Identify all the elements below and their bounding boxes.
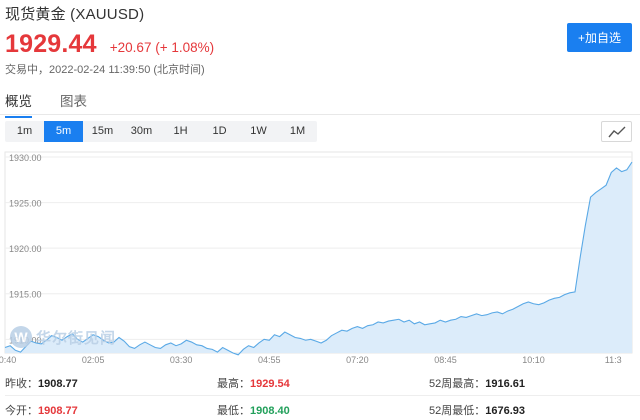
stat-value: 1908.77 (38, 405, 78, 417)
x-tick-label: 04:55 (258, 355, 281, 365)
y-tick-label: 1920.00 (9, 244, 42, 254)
stat-value: 1676.93 (485, 405, 526, 417)
y-tick-label: 1915.00 (9, 290, 42, 300)
chart-type-toggle[interactable] (601, 121, 632, 142)
period-15m[interactable]: 15m (83, 121, 122, 142)
y-tick-label: 1925.00 (9, 199, 42, 209)
period-1d[interactable]: 1D (200, 121, 239, 142)
stat-open: 今开：1908.77 (5, 402, 78, 418)
period-1h[interactable]: 1H (161, 121, 200, 142)
x-tick-label: 10:10 (522, 355, 545, 365)
stat-value: 1908.77 (38, 378, 78, 390)
stat-label: 今开： (5, 405, 38, 417)
x-tick-label: 08:45 (434, 355, 457, 365)
price-row: 1929.44 +20.67 (+ 1.08%) (5, 30, 214, 59)
stat-value: 1929.54 (250, 378, 290, 390)
line-chart-icon (607, 126, 625, 137)
stat-52w-high: 52周最高：1916.61 (429, 375, 525, 391)
price-change: +20.67 (+ 1.08%) (109, 40, 215, 55)
stat-52w-low: 52周最低：1676.93 (429, 402, 525, 418)
period-30m[interactable]: 30m (122, 121, 161, 142)
stat-value: 1916.61 (485, 378, 526, 390)
x-tick-label: 03:30 (170, 355, 193, 365)
x-tick-label: 02:05 (82, 355, 105, 365)
stat-label: 最低： (217, 405, 250, 417)
period-5m[interactable]: 5m (44, 121, 83, 142)
period-selector: 1m 5m 15m 30m 1H 1D 1W 1M (5, 121, 317, 142)
stat-high: 最高：1929.54 (217, 375, 290, 391)
tabs-divider (0, 114, 640, 115)
stat-label: 昨收： (5, 378, 38, 390)
x-tick-label: 11:3 (605, 355, 622, 365)
stat-label: 52周最高： (429, 378, 486, 390)
stat-value: 1908.40 (250, 405, 290, 417)
trading-status: 交易中，2022-02-24 11:39:50 (北京时间) (5, 64, 205, 76)
add-to-watchlist-button[interactable]: +加自选 (567, 23, 632, 52)
stat-low: 最低：1908.40 (217, 402, 290, 418)
x-tick-label: 07:20 (346, 355, 369, 365)
watermark: W 华尔街见闻 (10, 326, 116, 348)
current-price: 1929.44 (5, 30, 97, 58)
period-1w[interactable]: 1W (239, 121, 278, 142)
period-1m[interactable]: 1m (5, 121, 44, 142)
stat-label: 最高： (217, 378, 250, 390)
period-1mo[interactable]: 1M (278, 121, 317, 142)
stats-divider (5, 395, 640, 396)
watermark-logo-icon: W (10, 326, 32, 348)
x-tick-label: 00:40 (0, 355, 16, 365)
watermark-text: 华尔街见闻 (36, 328, 117, 347)
stat-label: 52周最低： (429, 405, 486, 417)
stat-prev-close: 昨收：1908.77 (5, 375, 78, 391)
instrument-title: 现货黄金 (XAUUSD) (5, 6, 145, 23)
y-tick-label: 1930.00 (9, 153, 42, 163)
